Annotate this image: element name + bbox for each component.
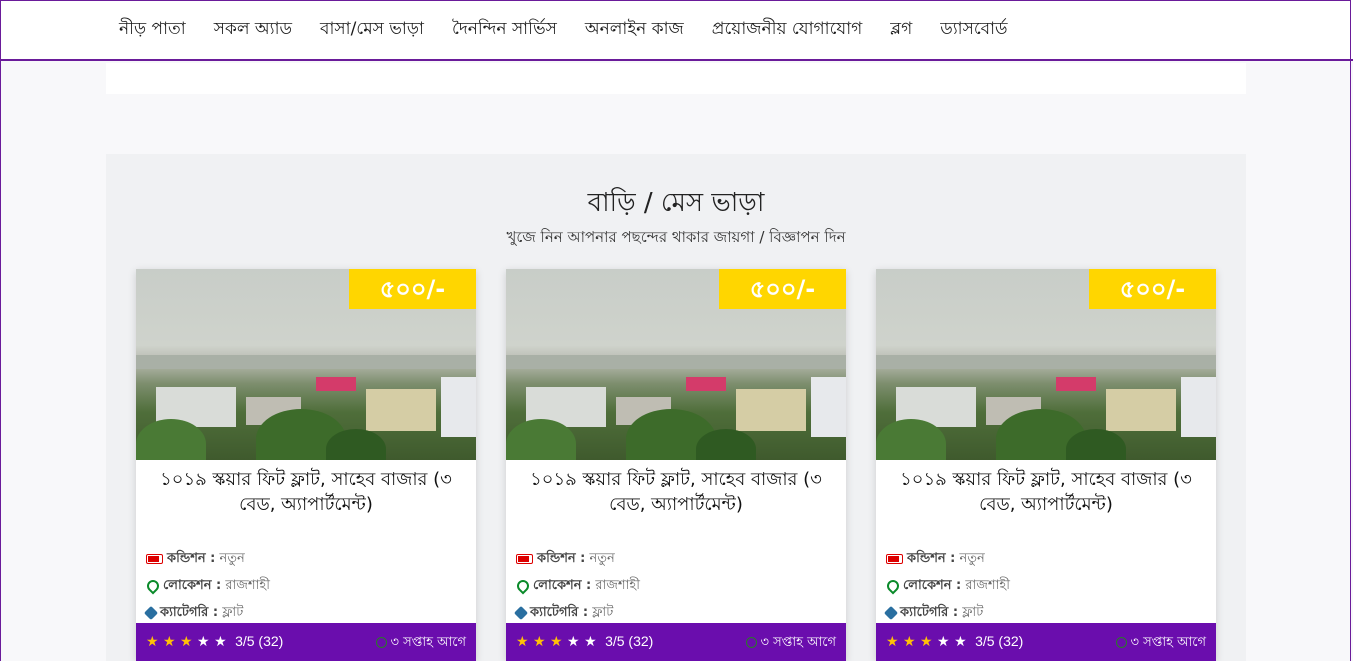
star-icon: ★ — [214, 634, 227, 650]
category-label: ক্যাটেগরি : — [530, 605, 589, 620]
map-pin-icon — [514, 577, 532, 594]
category-value: ফ্লাট — [962, 605, 984, 620]
condition-row: কন্ডিশন : নতুন — [146, 549, 245, 570]
rating-text: 3/5 (32) — [975, 633, 1024, 649]
nav-item-home[interactable]: নীড় পাতা — [119, 16, 186, 44]
condition-value: নতুন — [959, 551, 985, 566]
rating-stars: ★ ★ ★ ★ ★ 3/5 (32) — [516, 633, 653, 650]
category-label: ক্যাটেগরি : — [900, 605, 959, 620]
condition-value: নতুন — [589, 551, 615, 566]
listing-title[interactable]: ১০১৯ স্কয়ার ফিট ফ্লাট, সাহেব বাজার (৩ ব… — [520, 467, 832, 517]
banner-strip — [106, 63, 1246, 94]
map-pin-icon — [884, 577, 902, 594]
star-icon: ★ — [146, 634, 159, 650]
condition-label: কন্ডিশন : — [167, 551, 216, 566]
location-label: লোকেশন : — [533, 578, 592, 593]
tag-icon — [883, 605, 899, 620]
condition-label: কন্ডিশন : — [907, 551, 956, 566]
battery-icon — [886, 553, 903, 564]
condition-label: কন্ডিশন : — [537, 551, 586, 566]
card-footer: ★ ★ ★ ★ ★ 3/5 (32) ৩ সপ্তাহ আগে — [876, 623, 1216, 661]
condition-value: নতুন — [219, 551, 245, 566]
battery-icon — [146, 553, 163, 564]
post-time-text: ৩ সপ্তাহ আগে — [390, 635, 467, 650]
nav-item-daily-service[interactable]: দৈনন্দিন সার্ভিস — [452, 16, 557, 44]
location-value: রাজশাহী — [965, 578, 1010, 593]
star-icon: ★ — [920, 634, 933, 650]
listing-title[interactable]: ১০১৯ স্কয়ার ফিট ফ্লাট, সাহেব বাজার (৩ ব… — [150, 467, 462, 517]
nav-menu: নীড় পাতা সকল অ্যাড বাসা/মেস ভাড়া দৈনন্… — [119, 16, 1036, 44]
category-row: ক্যাটেগরি : ফ্লাট — [883, 603, 984, 624]
card-footer: ★ ★ ★ ★ ★ 3/5 (32) ৩ সপ্তাহ আগে — [506, 623, 846, 661]
listing-card[interactable]: ৫০০/- ১০১৯ স্কয়ার ফিট ফ্লাট, সাহেব বাজা… — [136, 269, 476, 661]
star-icon: ★ — [533, 634, 546, 650]
location-label: লোকেশন : — [903, 578, 962, 593]
star-icon: ★ — [163, 634, 176, 650]
battery-icon — [516, 553, 533, 564]
category-value: ফ্লাট — [222, 605, 244, 620]
condition-row: কন্ডিশন : নতুন — [516, 549, 615, 570]
category-row: ক্যাটেগরি : ফ্লাট — [143, 603, 244, 624]
post-time: ৩ সপ্তাহ আগে — [375, 633, 467, 654]
price-badge: ৫০০/- — [349, 269, 476, 309]
star-icon: ★ — [197, 634, 210, 650]
post-time-text: ৩ সপ্তাহ আগে — [1130, 635, 1207, 650]
clock-icon — [375, 637, 387, 648]
listing-card[interactable]: ৫০০/- ১০১৯ স্কয়ার ফিট ফ্লাট, সাহেব বাজা… — [876, 269, 1216, 661]
star-icon: ★ — [567, 634, 580, 650]
category-label: ক্যাটেগরি : — [160, 605, 219, 620]
rating-stars: ★ ★ ★ ★ ★ 3/5 (32) — [146, 633, 283, 650]
star-icon: ★ — [516, 634, 529, 650]
price-badge: ৫০০/- — [1089, 269, 1216, 309]
tag-icon — [143, 605, 159, 620]
nav-item-blog[interactable]: ব্লগ — [890, 16, 912, 44]
nav-item-contacts[interactable]: প্রয়োজনীয় যোগাযোগ — [712, 16, 863, 44]
star-icon: ★ — [886, 634, 899, 650]
map-pin-icon — [144, 577, 162, 594]
post-time: ৩ সপ্তাহ আগে — [745, 633, 837, 654]
nav-item-all-ads[interactable]: সকল অ্যাড — [214, 16, 292, 44]
nav-item-dashboard[interactable]: ড্যাসবোর্ড — [940, 16, 1007, 44]
listing-card[interactable]: ৫০০/- ১০১৯ স্কয়ার ফিট ফ্লাট, সাহেব বাজা… — [506, 269, 846, 661]
star-icon: ★ — [550, 634, 563, 650]
location-value: রাজশাহী — [225, 578, 270, 593]
section-title: বাড়ি / মেস ভাড়া — [587, 188, 765, 218]
rating-text: 3/5 (32) — [235, 633, 284, 649]
star-icon: ★ — [954, 634, 967, 650]
location-row: লোকেশন : রাজশাহী — [884, 576, 1010, 597]
category-value: ফ্লাট — [592, 605, 614, 620]
rent-section: বাড়ি / মেস ভাড়া খুজে নিন আপনার পছন্দের… — [106, 154, 1246, 661]
nav-item-online-work[interactable]: অনলাইন কাজ — [585, 16, 684, 44]
rating-text: 3/5 (32) — [605, 633, 654, 649]
post-time-text: ৩ সপ্তাহ আগে — [760, 635, 837, 650]
clock-icon — [745, 637, 757, 648]
location-row: লোকেশন : রাজশাহী — [144, 576, 270, 597]
condition-row: কন্ডিশন : নতুন — [886, 549, 985, 570]
location-row: লোকেশন : রাজশাহী — [514, 576, 640, 597]
card-footer: ★ ★ ★ ★ ★ 3/5 (32) ৩ সপ্তাহ আগে — [136, 623, 476, 661]
location-value: রাজশাহী — [595, 578, 640, 593]
tag-icon — [513, 605, 529, 620]
section-subtitle: খুজে নিন আপনার পছন্দের থাকার জায়গা / বি… — [506, 228, 846, 246]
star-icon: ★ — [180, 634, 193, 650]
category-row: ক্যাটেগরি : ফ্লাট — [513, 603, 614, 624]
star-icon: ★ — [937, 634, 950, 650]
location-label: লোকেশন : — [163, 578, 222, 593]
post-time: ৩ সপ্তাহ আগে — [1115, 633, 1207, 654]
star-icon: ★ — [584, 634, 597, 650]
clock-icon — [1115, 637, 1127, 648]
star-icon: ★ — [903, 634, 916, 650]
price-badge: ৫০০/- — [719, 269, 846, 309]
top-navbar: নীড় পাতা সকল অ্যাড বাসা/মেস ভাড়া দৈনন্… — [0, 0, 1353, 61]
nav-item-house-mess-rent[interactable]: বাসা/মেস ভাড়া — [320, 16, 424, 44]
listing-title[interactable]: ১০১৯ স্কয়ার ফিট ফ্লাট, সাহেব বাজার (৩ ব… — [890, 467, 1202, 517]
rating-stars: ★ ★ ★ ★ ★ 3/5 (32) — [886, 633, 1023, 650]
